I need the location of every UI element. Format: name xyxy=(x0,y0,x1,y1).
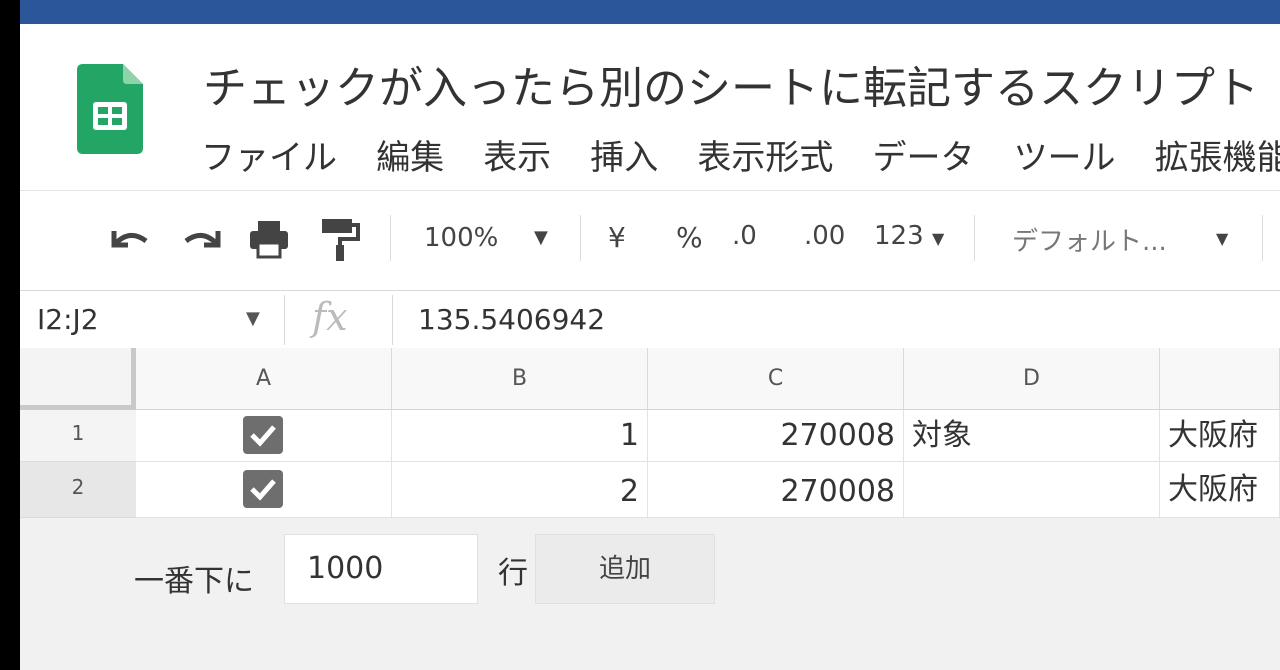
add-rows-prefix-label: 一番下に xyxy=(134,564,254,599)
formula-bar-divider xyxy=(392,295,393,345)
column-header-b[interactable]: B xyxy=(392,348,648,410)
toolbar-divider xyxy=(390,215,391,261)
number-format-button[interactable]: 123 xyxy=(874,221,924,251)
name-box-dropdown-icon[interactable]: ▼ xyxy=(246,308,260,329)
checkbox-checked-icon[interactable] xyxy=(243,416,283,454)
toolbar-divider xyxy=(580,215,581,261)
menu-data[interactable]: データ xyxy=(872,130,974,179)
add-rows-suffix-label: 行 xyxy=(498,556,528,591)
formula-bar-divider xyxy=(284,295,285,345)
currency-format-button[interactable]: ¥ xyxy=(608,221,626,254)
row-header-1[interactable]: 1 xyxy=(20,410,136,462)
redo-icon[interactable] xyxy=(180,223,224,259)
select-all-corner[interactable] xyxy=(20,348,136,410)
add-rows-panel: 一番下に 1000 行 追加 xyxy=(20,518,1280,670)
zoom-dropdown-icon[interactable]: ▼ xyxy=(534,227,548,248)
cell-c1[interactable]: 270008 xyxy=(648,410,904,462)
toolbar-divider xyxy=(974,215,975,261)
menu-insert[interactable]: 挿入 xyxy=(590,130,658,179)
fx-icon: fx xyxy=(312,295,348,339)
column-header-e[interactable] xyxy=(1160,348,1280,410)
percent-format-button[interactable]: % xyxy=(676,221,703,254)
menu-extensions[interactable]: 拡張機能 xyxy=(1155,130,1280,179)
print-icon[interactable] xyxy=(248,219,290,261)
zoom-select[interactable]: 100% xyxy=(424,223,498,253)
column-header-a[interactable]: A xyxy=(136,348,392,410)
row-header-2[interactable]: 2 xyxy=(20,462,136,518)
menu-bar: ファイル 編集 表示 挿入 表示形式 データ ツール 拡張機能 xyxy=(201,130,1280,179)
cell-b1[interactable]: 1 xyxy=(392,410,648,462)
google-sheets-logo-icon[interactable] xyxy=(77,64,143,154)
cell-d2[interactable] xyxy=(904,462,1160,518)
name-box[interactable]: I2:J2 xyxy=(37,303,99,336)
add-rows-button[interactable]: 追加 xyxy=(535,534,715,604)
toolbar-divider xyxy=(1262,215,1263,261)
menu-tools[interactable]: ツール xyxy=(1014,130,1116,179)
font-select[interactable]: デフォルト... xyxy=(1012,221,1167,258)
checkbox-checked-icon[interactable] xyxy=(243,470,283,508)
formula-input[interactable]: 135.5406942 xyxy=(418,303,605,336)
document-header: チェックが入ったら別のシートに転記するスクリプト ファイル 編集 表示 挿入 表… xyxy=(20,24,1280,190)
menu-file[interactable]: ファイル xyxy=(201,130,337,179)
font-dropdown-icon[interactable]: ▼ xyxy=(1216,229,1228,248)
cell-d1[interactable]: 対象 xyxy=(904,410,1160,462)
column-header-d[interactable]: D xyxy=(904,348,1160,410)
undo-icon[interactable] xyxy=(108,223,152,259)
spreadsheet-grid: A B C D 1 1 270008 対象 大阪府 2 2 270008 大阪府 xyxy=(20,348,1280,518)
toolbar: 100% ▼ ¥ % .0 .00 123 ▼ デフォルト... ▼ xyxy=(20,190,1280,291)
cell-e1[interactable]: 大阪府 xyxy=(1160,410,1280,462)
menu-view[interactable]: 表示 xyxy=(483,130,551,179)
browser-top-bar xyxy=(20,0,1280,24)
column-header-c[interactable]: C xyxy=(648,348,904,410)
cell-e2[interactable]: 大阪府 xyxy=(1160,462,1280,518)
increase-decimal-button[interactable]: .00 xyxy=(804,221,845,251)
cell-b2[interactable]: 2 xyxy=(392,462,648,518)
menu-edit[interactable]: 編集 xyxy=(376,130,444,179)
number-format-dropdown-icon[interactable]: ▼ xyxy=(932,229,944,248)
menu-format[interactable]: 表示形式 xyxy=(697,130,833,179)
document-title[interactable]: チェックが入ったら別のシートに転記するスクリプト xyxy=(203,52,1259,116)
formula-bar: I2:J2 ▼ fx 135.5406942 xyxy=(20,290,1280,350)
cell-c2[interactable]: 270008 xyxy=(648,462,904,518)
decrease-decimal-button[interactable]: .0 xyxy=(732,221,757,251)
paint-format-icon[interactable] xyxy=(320,217,360,263)
add-rows-count-input[interactable]: 1000 xyxy=(284,534,478,604)
sheets-app-window: チェックが入ったら別のシートに転記するスクリプト ファイル 編集 表示 挿入 表… xyxy=(20,0,1280,670)
